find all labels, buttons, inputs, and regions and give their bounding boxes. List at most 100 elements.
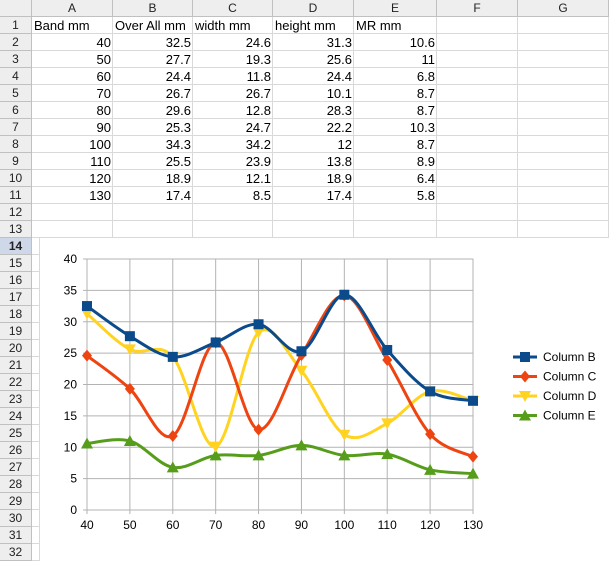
cell[interactable] xyxy=(32,323,40,340)
cell[interactable] xyxy=(518,85,609,102)
cell[interactable] xyxy=(518,119,609,136)
row-header-9[interactable]: 9 xyxy=(0,153,32,170)
data-cell[interactable]: 18.9 xyxy=(113,170,193,187)
column-header-f[interactable]: F xyxy=(437,0,518,17)
data-cell[interactable]: 34.3 xyxy=(113,136,193,153)
data-cell[interactable]: 10.3 xyxy=(354,119,437,136)
data-cell[interactable]: 80 xyxy=(32,102,113,119)
data-cell[interactable]: 8.9 xyxy=(354,153,437,170)
column-header-a[interactable]: A xyxy=(32,0,113,17)
cell[interactable] xyxy=(32,391,40,408)
data-cell[interactable]: 25.6 xyxy=(273,51,354,68)
cell[interactable] xyxy=(518,68,609,85)
data-cell[interactable]: 11.8 xyxy=(193,68,273,85)
row-header-24[interactable]: 24 xyxy=(0,408,32,425)
data-cell[interactable]: 12.1 xyxy=(193,170,273,187)
cell[interactable] xyxy=(518,187,609,204)
cell[interactable] xyxy=(437,51,518,68)
cell[interactable] xyxy=(437,102,518,119)
data-cell[interactable]: 22.2 xyxy=(273,119,354,136)
data-cell[interactable]: 31.3 xyxy=(273,34,354,51)
cell[interactable] xyxy=(32,527,40,544)
data-cell[interactable]: 13.8 xyxy=(273,153,354,170)
row-header-6[interactable]: 6 xyxy=(0,102,32,119)
data-cell[interactable]: 8.7 xyxy=(354,136,437,153)
cell[interactable] xyxy=(518,204,609,221)
data-cell[interactable]: 100 xyxy=(32,136,113,153)
data-cell[interactable]: 26.7 xyxy=(113,85,193,102)
data-cell[interactable]: 10.1 xyxy=(273,85,354,102)
data-cell[interactable]: 10.6 xyxy=(354,34,437,51)
row-header-10[interactable]: 10 xyxy=(0,170,32,187)
row-header-13[interactable]: 13 xyxy=(0,221,32,238)
data-cell[interactable]: 110 xyxy=(32,153,113,170)
row-header-25[interactable]: 25 xyxy=(0,425,32,442)
row-header-7[interactable]: 7 xyxy=(0,119,32,136)
data-cell[interactable]: 32.5 xyxy=(113,34,193,51)
cell[interactable] xyxy=(32,238,40,255)
data-cell[interactable]: 27.7 xyxy=(113,51,193,68)
cell[interactable] xyxy=(32,289,40,306)
cell[interactable] xyxy=(32,425,40,442)
row-header-26[interactable]: 26 xyxy=(0,442,32,459)
data-cell[interactable]: 17.4 xyxy=(273,187,354,204)
data-cell[interactable]: 19.3 xyxy=(193,51,273,68)
cell[interactable] xyxy=(437,68,518,85)
cell[interactable] xyxy=(437,153,518,170)
data-cell[interactable]: 6.8 xyxy=(354,68,437,85)
cell[interactable] xyxy=(32,442,40,459)
cell[interactable] xyxy=(354,221,437,238)
data-cell[interactable]: 70 xyxy=(32,85,113,102)
cell[interactable] xyxy=(32,221,113,238)
cell[interactable] xyxy=(437,119,518,136)
cell[interactable] xyxy=(32,357,40,374)
data-cell[interactable]: 8.5 xyxy=(193,187,273,204)
row-header-21[interactable]: 21 xyxy=(0,357,32,374)
cell[interactable] xyxy=(32,459,40,476)
cell[interactable] xyxy=(32,408,40,425)
cell[interactable] xyxy=(518,51,609,68)
cell[interactable] xyxy=(437,136,518,153)
cell[interactable] xyxy=(437,221,518,238)
cell[interactable] xyxy=(32,493,40,510)
cell[interactable] xyxy=(32,374,40,391)
cell[interactable] xyxy=(32,204,113,221)
data-cell[interactable]: 8.7 xyxy=(354,102,437,119)
cell[interactable] xyxy=(518,170,609,187)
row-header-22[interactable]: 22 xyxy=(0,374,32,391)
cell[interactable] xyxy=(32,306,40,323)
row-header-15[interactable]: 15 xyxy=(0,255,32,272)
data-cell[interactable]: 24.4 xyxy=(113,68,193,85)
data-cell[interactable]: 29.6 xyxy=(113,102,193,119)
select-all-corner[interactable] xyxy=(0,0,32,17)
row-header-12[interactable]: 12 xyxy=(0,204,32,221)
row-header-5[interactable]: 5 xyxy=(0,85,32,102)
data-cell[interactable]: 50 xyxy=(32,51,113,68)
row-header-14[interactable]: 14 xyxy=(0,238,32,255)
row-header-32[interactable]: 32 xyxy=(0,544,32,561)
header-cell[interactable]: MR mm xyxy=(354,17,437,34)
cell[interactable] xyxy=(518,221,609,238)
cell[interactable] xyxy=(32,272,40,289)
data-cell[interactable]: 90 xyxy=(32,119,113,136)
data-cell[interactable]: 26.7 xyxy=(193,85,273,102)
data-cell[interactable]: 12.8 xyxy=(193,102,273,119)
row-header-20[interactable]: 20 xyxy=(0,340,32,357)
header-cell[interactable]: width mm xyxy=(193,17,273,34)
cell[interactable] xyxy=(32,510,40,527)
cell[interactable] xyxy=(518,34,609,51)
data-cell[interactable]: 24.7 xyxy=(193,119,273,136)
column-header-c[interactable]: C xyxy=(193,0,273,17)
cell[interactable] xyxy=(193,204,273,221)
data-cell[interactable]: 17.4 xyxy=(113,187,193,204)
cell[interactable] xyxy=(518,153,609,170)
row-header-23[interactable]: 23 xyxy=(0,391,32,408)
column-header-b[interactable]: B xyxy=(113,0,193,17)
cell[interactable] xyxy=(518,136,609,153)
data-cell[interactable]: 6.4 xyxy=(354,170,437,187)
data-cell[interactable]: 130 xyxy=(32,187,113,204)
cell[interactable] xyxy=(32,340,40,357)
row-header-18[interactable]: 18 xyxy=(0,306,32,323)
cell[interactable] xyxy=(437,204,518,221)
column-header-e[interactable]: E xyxy=(354,0,437,17)
